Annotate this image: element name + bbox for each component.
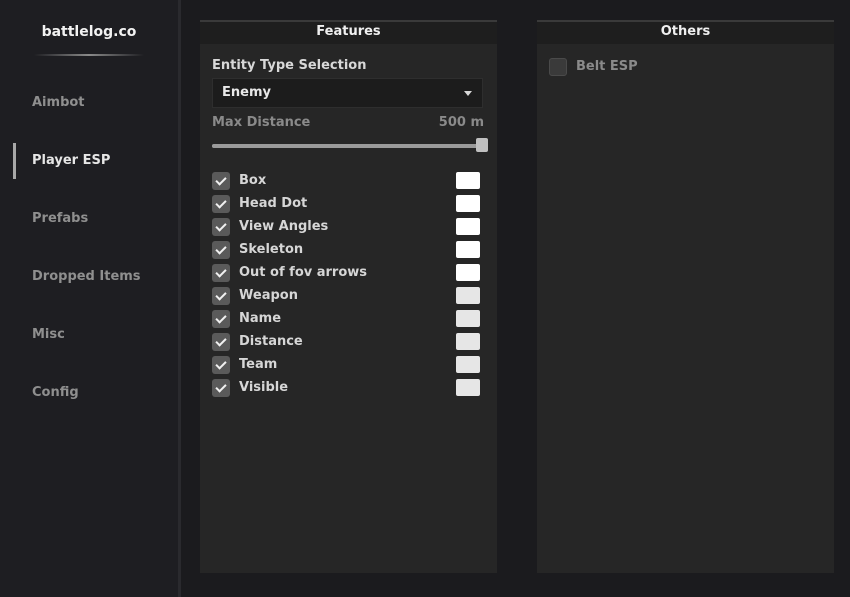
features-panel: Features Entity Type Selection Enemy Max… [200, 20, 497, 573]
entity-type-dropdown[interactable]: Enemy [212, 78, 483, 108]
feature-checkbox[interactable] [212, 333, 230, 351]
feature-checkbox[interactable] [212, 379, 230, 397]
max-distance-label: Max Distance [212, 115, 311, 130]
nav-item-config[interactable]: Config [32, 385, 79, 400]
feature-row[interactable]: Name [212, 310, 482, 328]
color-swatch[interactable] [456, 356, 480, 373]
nav-item-dropped-items[interactable]: Dropped Items [32, 269, 141, 284]
nav-item-aimbot[interactable]: Aimbot [32, 95, 85, 110]
feature-label: Weapon [239, 288, 298, 303]
feature-label: Skeleton [239, 242, 304, 257]
nav-item-prefabs[interactable]: Prefabs [32, 211, 88, 226]
feature-label: Box [239, 173, 267, 188]
brand-divider [34, 54, 144, 56]
color-swatch[interactable] [456, 172, 480, 189]
max-distance-value: 500 m [438, 115, 484, 130]
features-panel-title: Features [200, 22, 497, 44]
feature-row[interactable]: Head Dot [212, 195, 482, 213]
caret-down-icon [464, 91, 472, 96]
slider-thumb[interactable] [476, 138, 488, 152]
feature-label: Team [239, 357, 278, 372]
max-distance-slider[interactable] [212, 138, 488, 152]
feature-row[interactable]: Box [212, 172, 482, 190]
color-swatch[interactable] [456, 287, 480, 304]
feature-label: Out of fov arrows [239, 265, 368, 280]
feature-row[interactable]: Distance [212, 333, 482, 351]
color-swatch[interactable] [456, 310, 480, 327]
feature-label: Distance [239, 334, 303, 349]
sidebar: battlelog.co Aimbot Player ESP Prefabs D… [0, 0, 181, 597]
color-swatch[interactable] [456, 333, 480, 350]
feature-label: Visible [239, 380, 289, 395]
color-swatch[interactable] [456, 264, 480, 281]
feature-checkbox[interactable] [212, 287, 230, 305]
feature-row[interactable]: Weapon [212, 287, 482, 305]
feature-row[interactable]: Team [212, 356, 482, 374]
feature-row[interactable]: Visible [212, 379, 482, 397]
slider-fill [212, 144, 483, 148]
feature-label: Head Dot [239, 196, 308, 211]
feature-checkbox[interactable] [212, 241, 230, 259]
nav-item-player-esp[interactable]: Player ESP [32, 153, 110, 168]
feature-row[interactable]: Out of fov arrows [212, 264, 482, 282]
feature-checkbox[interactable] [212, 172, 230, 190]
belt-esp-row[interactable]: Belt ESP [549, 58, 749, 76]
feature-checkbox[interactable] [212, 264, 230, 282]
color-swatch[interactable] [456, 218, 480, 235]
color-swatch[interactable] [456, 379, 480, 396]
belt-esp-checkbox[interactable] [549, 58, 567, 76]
feature-row[interactable]: Skeleton [212, 241, 482, 259]
feature-label: View Angles [239, 219, 329, 234]
active-nav-indicator [13, 143, 16, 179]
feature-checkbox[interactable] [212, 310, 230, 328]
color-swatch[interactable] [456, 241, 480, 258]
others-panel: Others Belt ESP [537, 20, 834, 573]
feature-checkbox[interactable] [212, 195, 230, 213]
entity-type-label: Entity Type Selection [212, 58, 367, 73]
feature-checkbox[interactable] [212, 218, 230, 236]
feature-checkbox[interactable] [212, 356, 230, 374]
others-panel-title: Others [537, 22, 834, 44]
feature-label: Name [239, 311, 282, 326]
entity-type-value: Enemy [222, 85, 271, 100]
brand-logo: battlelog.co [41, 24, 137, 40]
nav-item-misc[interactable]: Misc [32, 327, 65, 342]
color-swatch[interactable] [456, 195, 480, 212]
feature-row[interactable]: View Angles [212, 218, 482, 236]
belt-esp-label: Belt ESP [576, 59, 638, 74]
